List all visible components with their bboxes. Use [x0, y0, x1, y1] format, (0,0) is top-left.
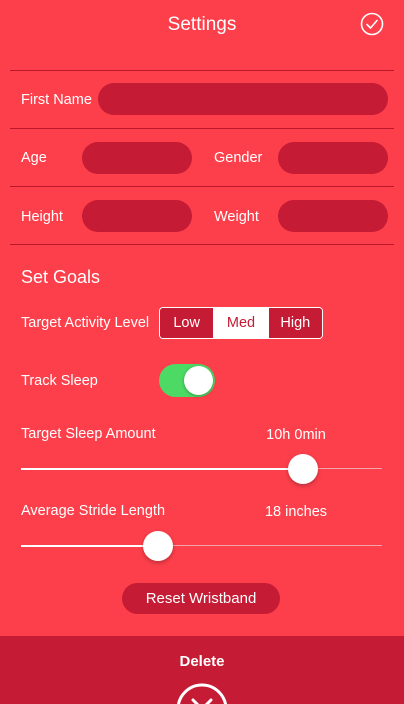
- check-circle-icon[interactable]: [360, 12, 384, 36]
- track-sleep-label: Track Sleep: [21, 373, 98, 389]
- close-circle-icon[interactable]: [175, 682, 229, 704]
- slider-thumb[interactable]: [288, 454, 318, 484]
- slider-track-empty: [158, 545, 382, 546]
- sleep-amount-slider[interactable]: [21, 454, 382, 484]
- slider-track-filled: [21, 545, 158, 547]
- age-label: Age: [21, 150, 47, 166]
- stride-length-label: Average Stride Length: [21, 503, 166, 519]
- activity-level-segmented-control: Low Med High: [159, 307, 323, 339]
- activity-option-low[interactable]: Low: [160, 308, 214, 338]
- stride-length-value: 18 inches: [264, 504, 328, 520]
- age-field[interactable]: [82, 142, 192, 174]
- divider: [10, 128, 394, 129]
- track-sleep-toggle[interactable]: [159, 364, 215, 397]
- first-name-label: First Name: [21, 92, 92, 108]
- activity-option-high[interactable]: High: [267, 308, 322, 338]
- slider-thumb[interactable]: [143, 531, 173, 561]
- sleep-amount-label: Target Sleep Amount: [21, 426, 156, 442]
- gender-field[interactable]: [278, 142, 388, 174]
- footer: Delete: [0, 636, 404, 704]
- height-field[interactable]: [82, 200, 192, 232]
- activity-option-med[interactable]: Med: [213, 308, 268, 338]
- weight-label: Weight: [214, 209, 259, 225]
- height-label: Height: [21, 209, 63, 225]
- stride-length-slider[interactable]: [21, 531, 382, 561]
- weight-field[interactable]: [278, 200, 388, 232]
- sleep-amount-value: 10h 0min: [266, 427, 326, 443]
- activity-level-label: Target Activity Level: [21, 315, 150, 331]
- first-name-field[interactable]: [98, 83, 388, 115]
- divider: [10, 70, 394, 71]
- reset-wristband-button[interactable]: Reset Wristband: [122, 583, 280, 614]
- divider: [10, 186, 394, 187]
- slider-track-filled: [21, 468, 303, 470]
- divider: [10, 244, 394, 245]
- header: Settings: [0, 0, 404, 52]
- toggle-knob: [184, 366, 213, 395]
- gender-label: Gender: [214, 150, 263, 166]
- delete-label: Delete: [179, 653, 225, 670]
- set-goals-heading: Set Goals: [21, 267, 101, 287]
- page-title: Settings: [167, 14, 237, 35]
